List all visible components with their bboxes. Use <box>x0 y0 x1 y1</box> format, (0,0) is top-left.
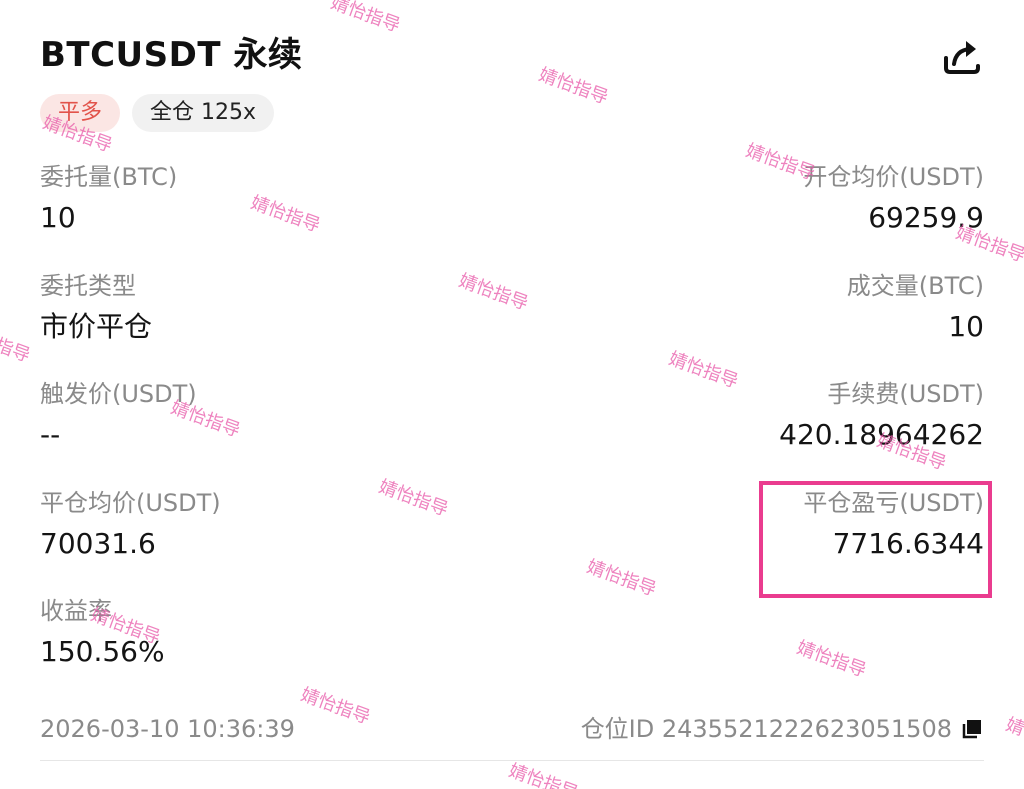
tag-row: 平多 全仓 125x <box>40 94 275 132</box>
share-button[interactable] <box>940 36 984 76</box>
order-type-label: 委托类型 <box>40 272 136 300</box>
order-type-value: 市价平仓 <box>40 310 153 343</box>
watermark: 婧怡指导 <box>506 760 581 789</box>
watermark: 婧怡指导 <box>456 270 531 315</box>
filled-qty-field: 成交量(BTC) 10 <box>847 269 984 347</box>
order-detail-card: BTCUSDT 永续 平多 全仓 125x 委托量(BTC) 10 开仓均价(U… <box>0 0 1024 789</box>
share-icon <box>940 36 984 76</box>
trigger-price-field: 触发价(USDT) -- <box>40 377 197 455</box>
order-qty-value: 10 <box>40 201 76 234</box>
filled-qty-value: 10 <box>948 310 984 343</box>
watermark: 婧怡指导 <box>248 192 323 237</box>
order-qty-label: 委托量(BTC) <box>40 163 178 191</box>
avg-close-price-value: 70031.6 <box>40 527 156 560</box>
watermark: 婧怡指导 <box>794 637 869 682</box>
margin-leverage-badge: 全仓 125x <box>132 94 275 132</box>
bottom-divider <box>40 760 984 761</box>
order-type-field: 委托类型 市价平仓 <box>40 269 152 347</box>
order-timestamp: 2026-03-10 10:36:39 <box>40 715 295 743</box>
copy-icon[interactable] <box>960 717 984 741</box>
trigger-price-value: -- <box>40 418 61 451</box>
watermark: 婧怡指导 <box>376 476 451 521</box>
fee-value: 420.18964262 <box>779 418 984 451</box>
watermark: 婧怡指导 <box>666 348 741 393</box>
roi-value: 150.56% <box>40 635 165 668</box>
avg-open-price-field: 开仓均价(USDT) 69259.9 <box>803 160 984 238</box>
watermark: 婧怡指导 <box>536 64 611 109</box>
watermark: 婧怡指导 <box>0 322 33 367</box>
avg-open-price-label: 开仓均价(USDT) <box>803 163 984 191</box>
fee-label: 手续费(USDT) <box>827 380 984 408</box>
watermark: 婧怡指导 <box>298 684 373 729</box>
avg-open-price-value: 69259.9 <box>868 201 984 234</box>
watermark: 婧怡指导 <box>1003 714 1024 759</box>
position-id: 仓位ID 2435521222623051508 <box>581 711 984 747</box>
watermark: 婧怡指导 <box>328 0 403 37</box>
avg-close-price-label: 平仓均价(USDT) <box>40 489 221 517</box>
order-qty-field: 委托量(BTC) 10 <box>40 160 177 238</box>
trigger-price-label: 触发价(USDT) <box>40 380 197 408</box>
watermark: 婧怡指导 <box>584 556 659 601</box>
roi-field: 收益率 150.56% <box>40 594 165 672</box>
pnl-highlight-annotation <box>759 481 992 598</box>
position-id-text: 仓位ID 2435521222623051508 <box>580 715 952 743</box>
fee-field: 手续费(USDT) 420.18964262 <box>779 377 984 455</box>
filled-qty-label: 成交量(BTC) <box>846 272 984 300</box>
close-long-badge: 平多 <box>40 94 121 132</box>
roi-label: 收益率 <box>40 597 112 625</box>
avg-close-price-field: 平仓均价(USDT) 70031.6 <box>40 486 221 564</box>
page-title: BTCUSDT 永续 <box>40 35 303 75</box>
